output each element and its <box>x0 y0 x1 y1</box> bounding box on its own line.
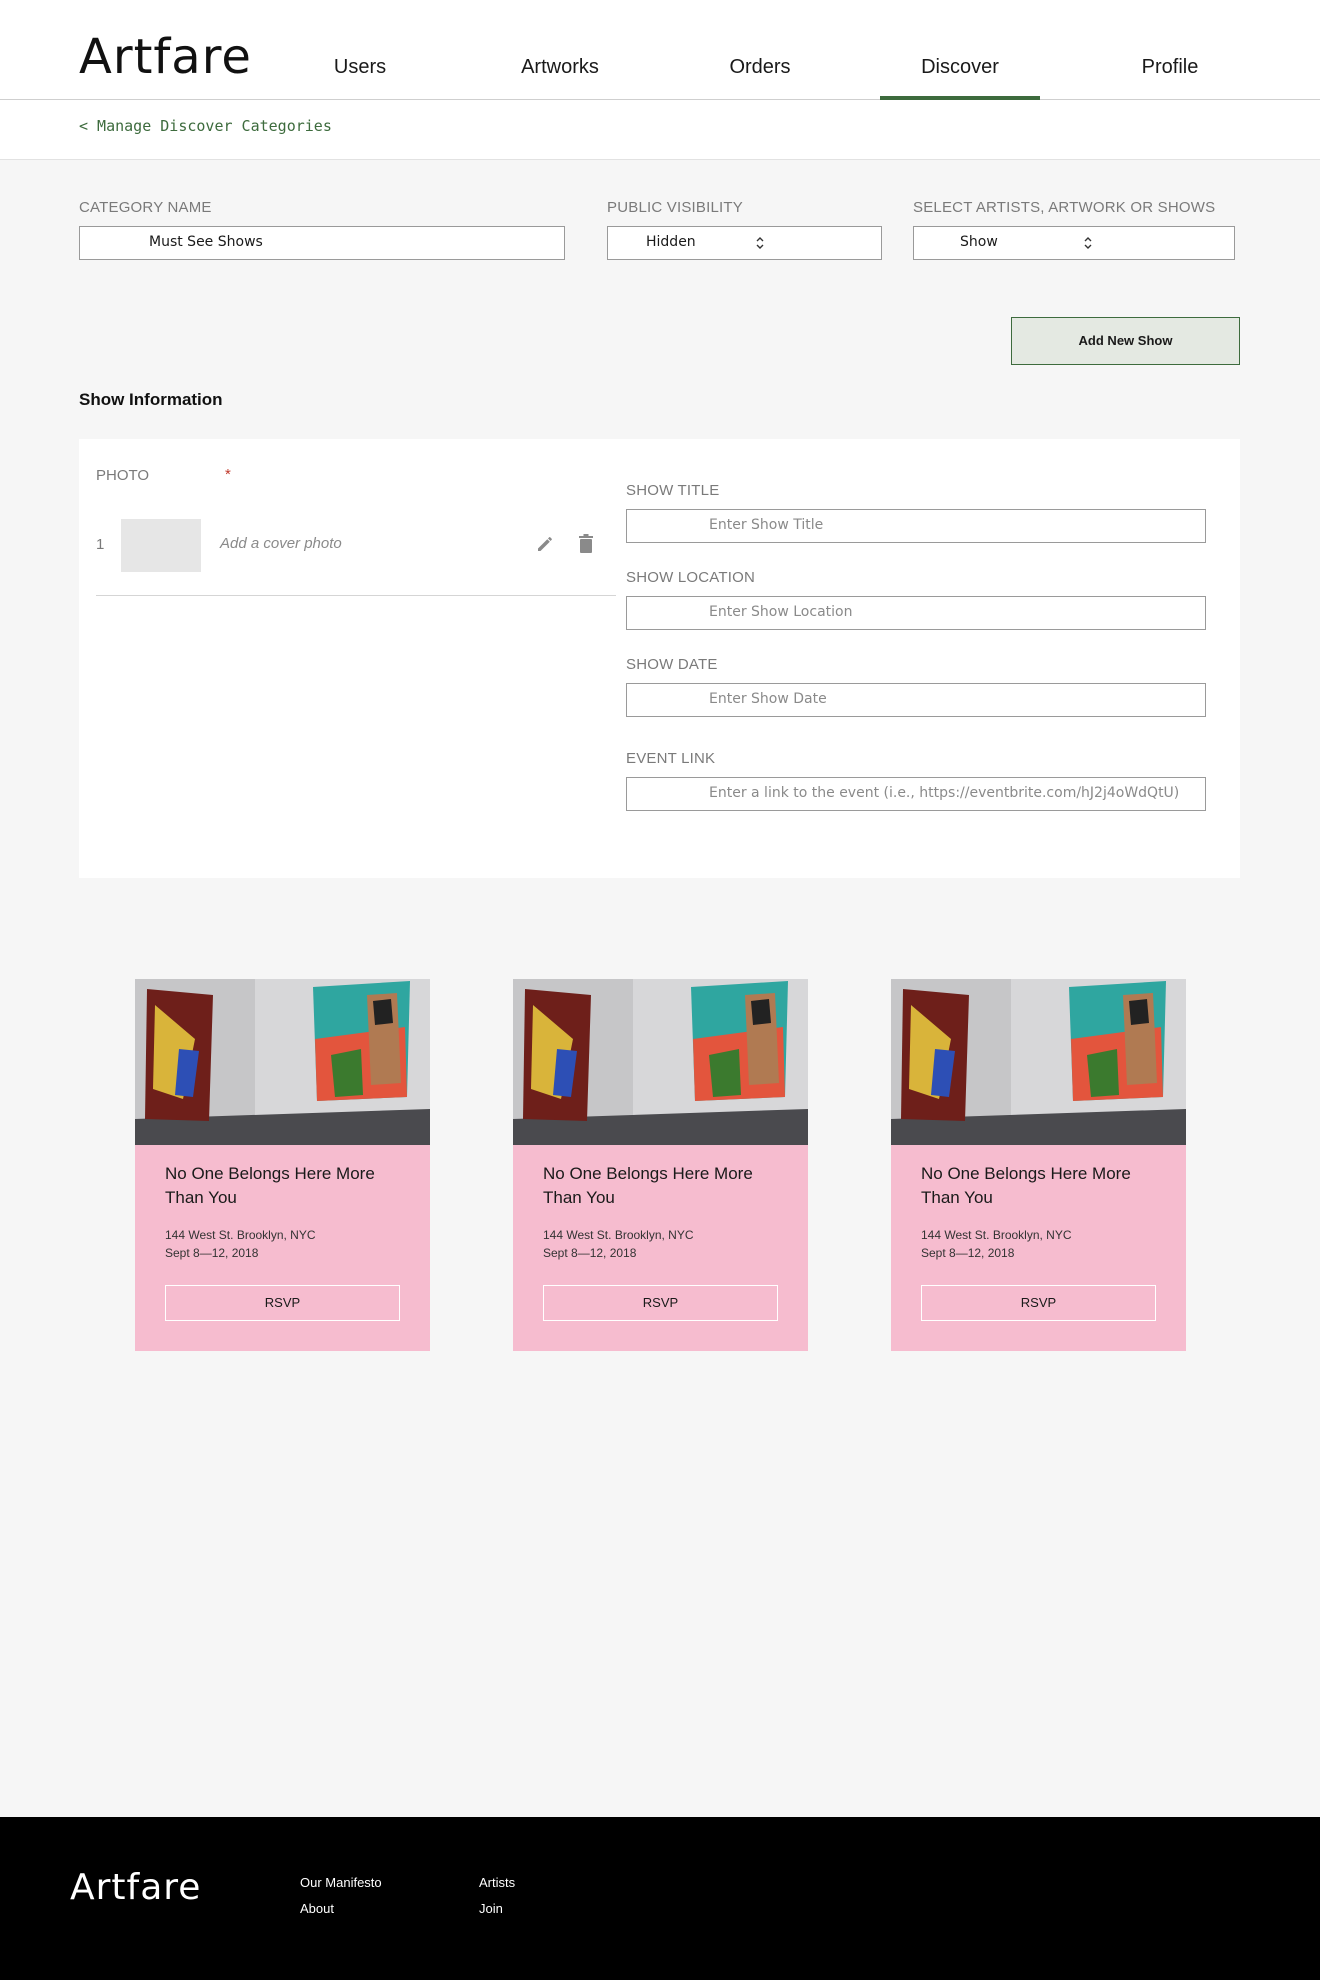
photo-row-divider <box>96 595 616 596</box>
chevron-up-down-icon <box>1084 237 1092 249</box>
required-marker: * <box>225 466 231 483</box>
cover-photo-thumbnail[interactable] <box>121 519 201 572</box>
select-type-value: Show <box>960 234 998 250</box>
show-gallery-image <box>513 979 808 1145</box>
trash-icon[interactable] <box>576 533 596 555</box>
show-title-label: SHOW TITLE <box>626 482 720 499</box>
breadcrumb-back-link[interactable]: < Manage Discover Categories <box>79 117 332 135</box>
show-gallery-image <box>891 979 1186 1145</box>
show-card-title: No One Belongs Here More Than You <box>165 1164 375 1207</box>
category-name-input[interactable]: Must See Shows <box>79 226 565 260</box>
footer-logo[interactable]: Artfare <box>70 1867 201 1908</box>
show-card-title: No One Belongs Here More Than You <box>543 1164 753 1207</box>
show-information-title: Show Information <box>79 390 223 409</box>
show-title-input[interactable]: Enter Show Title <box>626 509 1206 543</box>
nav-discover[interactable]: Discover <box>900 56 1020 79</box>
public-visibility-select[interactable]: Hidden <box>607 226 882 260</box>
show-card-address: 144 West St. Brooklyn, NYC <box>543 1228 694 1242</box>
nav-orders[interactable]: Orders <box>710 56 810 79</box>
footer-link-artists[interactable]: Artists <box>479 1875 515 1890</box>
public-visibility-value: Hidden <box>646 234 696 250</box>
show-title-placeholder: Enter Show Title <box>709 517 824 533</box>
breadcrumb-bar: < Manage Discover Categories <box>0 100 1320 160</box>
event-link-label: EVENT LINK <box>626 750 716 767</box>
show-gallery-image <box>135 979 430 1145</box>
select-type-select[interactable]: Show <box>913 226 1235 260</box>
select-type-label: SELECT ARTISTS, ARTWORK OR SHOWS <box>913 199 1216 216</box>
photo-row-number: 1 <box>96 536 105 553</box>
show-card-title: No One Belongs Here More Than You <box>921 1164 1131 1207</box>
footer-link-manifesto[interactable]: Our Manifesto <box>300 1875 382 1890</box>
footer-link-join[interactable]: Join <box>479 1901 503 1916</box>
category-name-label: CATEGORY NAME <box>79 199 212 216</box>
add-new-show-button[interactable]: Add New Show <box>1011 317 1240 365</box>
show-card-address: 144 West St. Brooklyn, NYC <box>165 1228 316 1242</box>
rsvp-button[interactable]: RSVP <box>921 1285 1156 1321</box>
artfare-logo[interactable]: Artfare <box>79 33 252 81</box>
nav-users[interactable]: Users <box>310 56 410 79</box>
add-cover-photo-text[interactable]: Add a cover photo <box>220 535 342 552</box>
event-link-input[interactable]: Enter a link to the event (i.e., https:/… <box>626 777 1206 811</box>
pencil-icon[interactable] <box>535 534 555 554</box>
show-location-label: SHOW LOCATION <box>626 569 755 586</box>
footer-link-about[interactable]: About <box>300 1901 334 1916</box>
show-date-input[interactable]: Enter Show Date <box>626 683 1206 717</box>
rsvp-button[interactable]: RSVP <box>165 1285 400 1321</box>
show-card-date: Sept 8—12, 2018 <box>543 1246 637 1260</box>
show-location-placeholder: Enter Show Location <box>709 604 853 620</box>
category-name-value: Must See Shows <box>149 234 263 250</box>
show-card[interactable]: No One Belongs Here More Than You 144 We… <box>891 979 1186 1351</box>
show-card-address: 144 West St. Brooklyn, NYC <box>921 1228 1072 1242</box>
show-date-placeholder: Enter Show Date <box>709 691 827 707</box>
show-card[interactable]: No One Belongs Here More Than You 144 We… <box>513 979 808 1351</box>
photo-label: PHOTO <box>96 467 150 484</box>
top-header: Artfare Users Artworks Orders Discover P… <box>0 0 1320 100</box>
show-card-date: Sept 8—12, 2018 <box>921 1246 1015 1260</box>
site-footer: Artfare Our Manifesto About Artists Join <box>0 1817 1320 1980</box>
show-card-date: Sept 8—12, 2018 <box>165 1246 259 1260</box>
public-visibility-label: PUBLIC VISIBILITY <box>607 199 743 216</box>
show-card[interactable]: No One Belongs Here More Than You 144 We… <box>135 979 430 1351</box>
show-location-input[interactable]: Enter Show Location <box>626 596 1206 630</box>
nav-profile[interactable]: Profile <box>1110 56 1230 79</box>
chevron-up-down-icon <box>756 237 764 249</box>
nav-artworks[interactable]: Artworks <box>500 56 620 79</box>
show-date-label: SHOW DATE <box>626 656 718 673</box>
rsvp-button[interactable]: RSVP <box>543 1285 778 1321</box>
event-link-placeholder: Enter a link to the event (i.e., https:/… <box>709 785 1180 801</box>
